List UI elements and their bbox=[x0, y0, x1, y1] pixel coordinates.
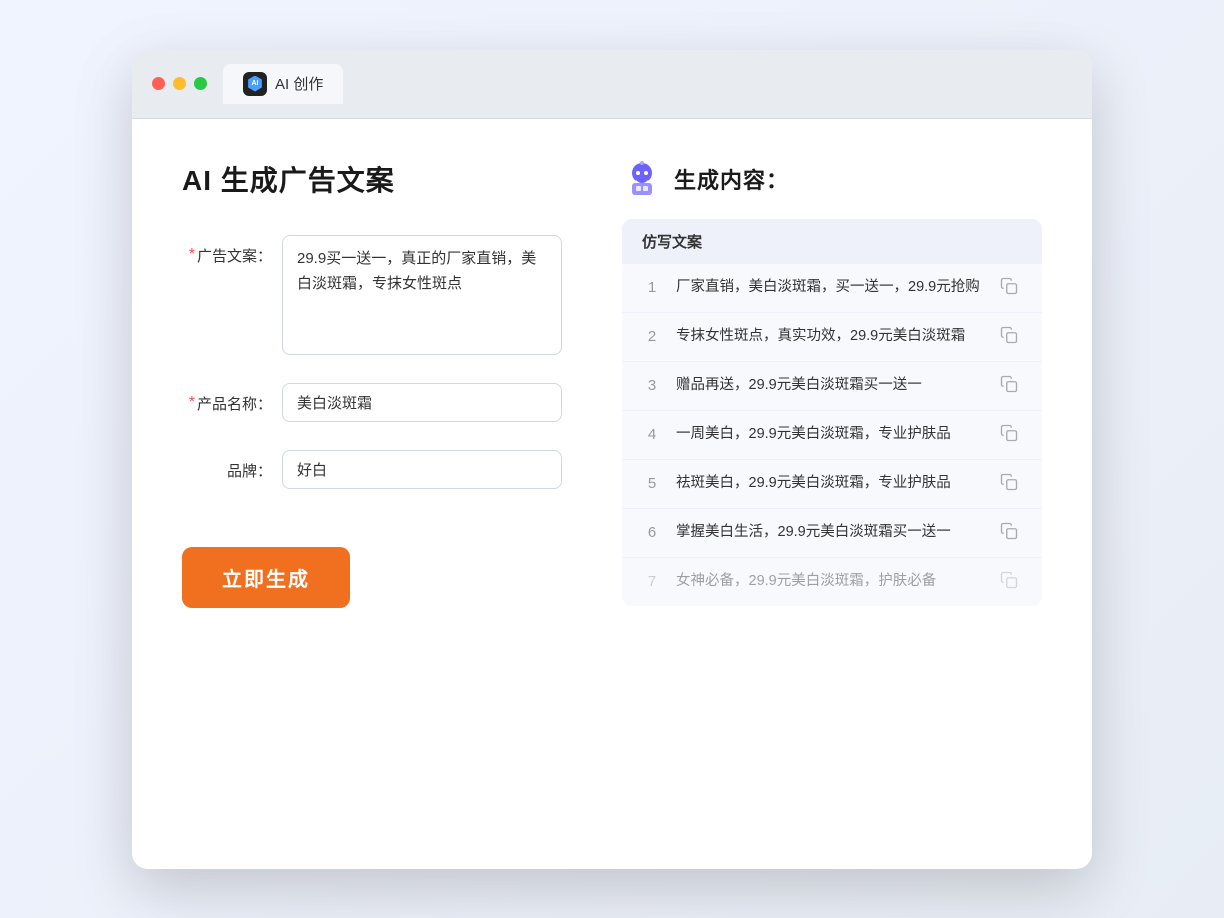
copy-icon-6[interactable] bbox=[1000, 522, 1022, 544]
row-text-5: 祛斑美白，29.9元美白淡斑霜，专业护肤品 bbox=[676, 473, 986, 495]
row-text-1: 厂家直销，美白淡斑霜，买一送一，29.9元抢购 bbox=[676, 277, 986, 299]
product-name-label: * 产品名称： bbox=[182, 383, 272, 414]
tab-label: AI 创作 bbox=[275, 73, 323, 94]
result-header: 生成内容： bbox=[622, 159, 1042, 199]
copy-icon-7[interactable] bbox=[1000, 571, 1022, 593]
product-name-row: * 产品名称： bbox=[182, 383, 562, 422]
copy-icon-1[interactable] bbox=[1000, 277, 1022, 299]
product-required: * bbox=[189, 394, 195, 412]
traffic-lights bbox=[152, 77, 207, 90]
product-name-input[interactable] bbox=[282, 383, 562, 422]
ad-copy-row: * 广告文案： bbox=[182, 235, 562, 355]
brand-label: 品牌： bbox=[182, 450, 272, 481]
browser-window: AI AI 创作 AI 生成广告文案 * 广告文案： * 产品名称： bbox=[132, 50, 1092, 869]
row-number-3: 3 bbox=[642, 377, 662, 394]
copy-icon-3[interactable] bbox=[1000, 375, 1022, 397]
row-text-2: 专抹女性斑点，真实功效，29.9元美白淡斑霜 bbox=[676, 326, 986, 348]
result-row-1: 1 厂家直销，美白淡斑霜，买一送一，29.9元抢购 bbox=[622, 264, 1042, 313]
result-table-header: 仿写文案 bbox=[622, 219, 1042, 264]
close-button[interactable] bbox=[152, 77, 165, 90]
brand-row: 品牌： bbox=[182, 450, 562, 489]
right-panel: 生成内容： 仿写文案 1 厂家直销，美白淡斑霜，买一送一，29.9元抢购 2 bbox=[622, 159, 1042, 829]
maximize-button[interactable] bbox=[194, 77, 207, 90]
ai-tab[interactable]: AI AI 创作 bbox=[223, 64, 343, 104]
result-row-5: 5 祛斑美白，29.9元美白淡斑霜，专业护肤品 bbox=[622, 460, 1042, 509]
row-number-6: 6 bbox=[642, 524, 662, 541]
result-row-3: 3 赠品再送，29.9元美白淡斑霜买一送一 bbox=[622, 362, 1042, 411]
brand-input[interactable] bbox=[282, 450, 562, 489]
left-panel: AI 生成广告文案 * 广告文案： * 产品名称： 品牌 bbox=[182, 159, 562, 829]
generate-button[interactable]: 立即生成 bbox=[182, 547, 350, 608]
browser-titlebar: AI AI 创作 bbox=[132, 50, 1092, 119]
row-number-2: 2 bbox=[642, 328, 662, 345]
row-text-3: 赠品再送，29.9元美白淡斑霜买一送一 bbox=[676, 375, 986, 397]
minimize-button[interactable] bbox=[173, 77, 186, 90]
result-table: 仿写文案 1 厂家直销，美白淡斑霜，买一送一，29.9元抢购 2 专抹女性斑点，… bbox=[622, 219, 1042, 606]
result-row-6: 6 掌握美白生活，29.9元美白淡斑霜买一送一 bbox=[622, 509, 1042, 558]
copy-icon-4[interactable] bbox=[1000, 424, 1022, 446]
ad-copy-label: * 广告文案： bbox=[182, 235, 272, 266]
ad-copy-required: * bbox=[189, 246, 195, 264]
result-row-7: 7 女神必备，29.9元美白淡斑霜，护肤必备 bbox=[622, 558, 1042, 606]
result-row-4: 4 一周美白，29.9元美白淡斑霜，专业护肤品 bbox=[622, 411, 1042, 460]
result-title: 生成内容： bbox=[674, 163, 789, 195]
row-number-1: 1 bbox=[642, 279, 662, 296]
ad-copy-input[interactable] bbox=[282, 235, 562, 355]
row-number-7: 7 bbox=[642, 573, 662, 590]
copy-icon-5[interactable] bbox=[1000, 473, 1022, 495]
row-text-4: 一周美白，29.9元美白淡斑霜，专业护肤品 bbox=[676, 424, 986, 446]
ai-logo-icon: AI bbox=[243, 72, 267, 96]
row-text-7: 女神必备，29.9元美白淡斑霜，护肤必备 bbox=[676, 571, 986, 593]
copy-icon-2[interactable] bbox=[1000, 326, 1022, 348]
result-row-2: 2 专抹女性斑点，真实功效，29.9元美白淡斑霜 bbox=[622, 313, 1042, 362]
robot-icon bbox=[622, 159, 662, 199]
row-number-5: 5 bbox=[642, 475, 662, 492]
page-title: AI 生成广告文案 bbox=[182, 159, 562, 199]
browser-content: AI 生成广告文案 * 广告文案： * 产品名称： 品牌 bbox=[132, 119, 1092, 869]
row-number-4: 4 bbox=[642, 426, 662, 443]
row-text-6: 掌握美白生活，29.9元美白淡斑霜买一送一 bbox=[676, 522, 986, 544]
